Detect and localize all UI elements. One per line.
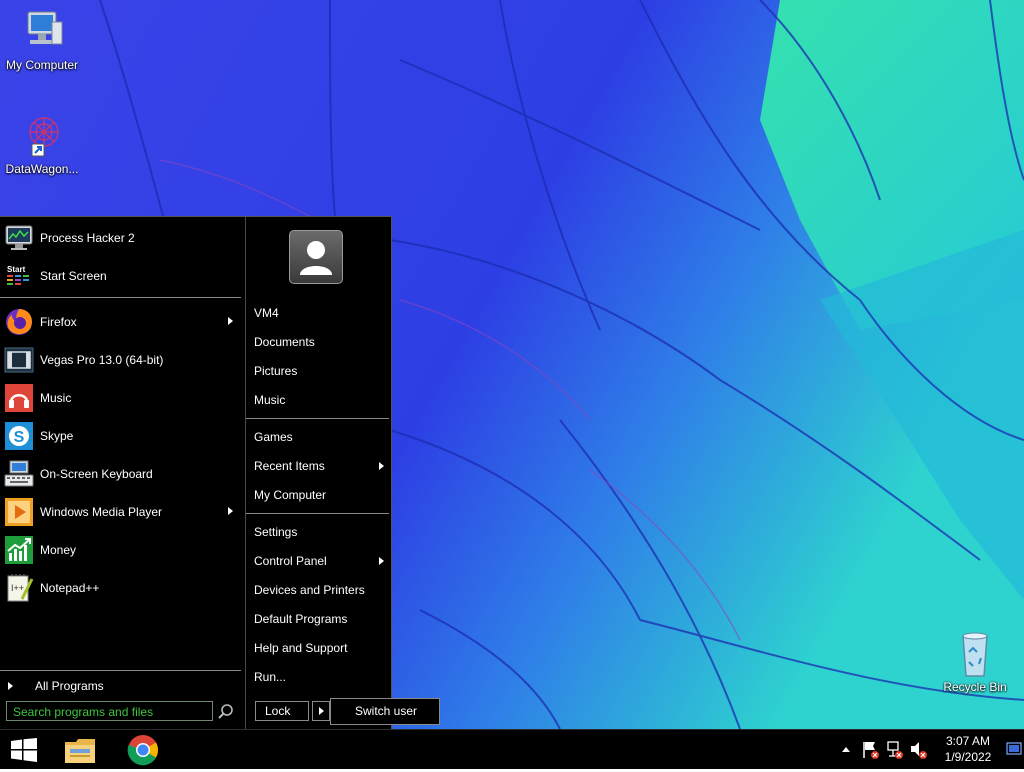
recent-item-label: Windows Media Player [40, 505, 163, 519]
desktop-icon-datawagon[interactable]: DataWagon... [0, 112, 84, 176]
taskbar-file-explorer[interactable] [62, 733, 98, 767]
firefox-icon [4, 307, 34, 337]
start-menu: Process Hacker 2 Start Start Screen Fire… [0, 216, 392, 729]
desktop-icon-label: My Computer [5, 58, 79, 72]
clock-date: 1/9/2022 [944, 750, 992, 764]
place-vm4[interactable]: VM4 [254, 302, 388, 324]
process-hacker-icon [4, 223, 34, 253]
show-desktop-icon [1006, 742, 1022, 755]
all-programs-divider [0, 670, 241, 671]
show-hidden-icons-button[interactable] [838, 730, 854, 769]
places-divider [246, 513, 389, 514]
recent-item-on-screen-keyboard[interactable]: On-Screen Keyboard [0, 456, 243, 492]
notepadpp-icon: I++ [4, 573, 34, 603]
vegas-pro-icon [4, 345, 34, 375]
place-devices-and-printers[interactable]: Devices and Printers [254, 579, 388, 601]
tray-network[interactable] [884, 730, 906, 769]
svg-text:Start: Start [7, 265, 26, 274]
place-documents[interactable]: Documents [254, 331, 388, 353]
place-recent-items[interactable]: Recent Items [254, 455, 388, 477]
lock-button[interactable]: Lock [255, 701, 309, 721]
svg-text:I++: I++ [11, 583, 24, 593]
media-player-icon [4, 497, 34, 527]
recent-item-label: Firefox [40, 315, 77, 329]
file-explorer-icon [65, 739, 95, 763]
chrome-icon [127, 735, 158, 766]
skype-icon: S [4, 421, 34, 451]
submenu-arrow-icon [228, 507, 233, 515]
show-desktop-button[interactable] [1006, 730, 1022, 769]
recent-item-label: On-Screen Keyboard [40, 467, 153, 481]
action-center-flag-icon [863, 742, 879, 759]
search-icon[interactable] [217, 703, 235, 721]
desktop-icon-label: DataWagon... [5, 162, 79, 176]
place-my-computer[interactable]: My Computer [254, 484, 388, 506]
start-button[interactable] [10, 738, 38, 762]
recent-item-label: Notepad++ [40, 581, 100, 595]
datawagon-shortcut-icon [18, 112, 66, 160]
start-menu-programs: Process Hacker 2 Start Start Screen Fire… [0, 217, 243, 729]
recent-item-notepadpp[interactable]: I++ Notepad++ [0, 570, 243, 606]
place-help-and-support[interactable]: Help and Support [254, 637, 388, 659]
taskbar: 3:07 AM 1/9/2022 [0, 729, 1024, 769]
clock-time: 3:07 AM [945, 734, 991, 748]
recent-item-label: Vegas Pro 13.0 (64-bit) [40, 353, 164, 367]
place-control-panel[interactable]: Control Panel [254, 550, 388, 572]
pinned-label: Start Screen [40, 269, 107, 283]
recent-item-label: Music [40, 391, 72, 405]
pinned-divider [0, 297, 241, 298]
my-computer-icon [18, 8, 66, 56]
pinned-label: Process Hacker 2 [40, 231, 135, 245]
recent-item-label: Money [40, 543, 77, 557]
recent-item-skype[interactable]: S Skype [0, 418, 243, 454]
place-music[interactable]: Music [254, 389, 388, 411]
network-icon [887, 741, 903, 759]
money-icon [4, 535, 34, 565]
user-avatar[interactable] [289, 230, 343, 284]
place-default-programs[interactable]: Default Programs [254, 608, 388, 630]
recent-item-vegas-pro[interactable]: Vegas Pro 13.0 (64-bit) [0, 342, 243, 378]
tray-action-center[interactable] [860, 730, 882, 769]
recent-item-windows-media-player[interactable]: Windows Media Player [0, 494, 243, 530]
windows-logo-icon [11, 738, 37, 762]
desktop-icon-recycle-bin[interactable]: Recycle Bin [933, 630, 1017, 694]
svg-text:S: S [14, 429, 25, 446]
place-pictures[interactable]: Pictures [254, 360, 388, 382]
keyboard-icon [4, 459, 34, 489]
power-options-arrow-button[interactable] [312, 701, 330, 721]
volume-muted-icon [911, 742, 927, 759]
all-programs-label: All Programs [35, 679, 104, 693]
switch-user-menu-item[interactable]: Switch user [330, 698, 440, 725]
start-menu-places: VM4 Documents Pictures Music Games Recen… [245, 217, 392, 729]
start-screen-icon: Start [4, 261, 34, 291]
places-divider [246, 418, 389, 419]
recent-item-firefox[interactable]: Firefox [0, 304, 243, 340]
recent-item-label: Skype [40, 429, 74, 443]
place-run[interactable]: Run... [254, 666, 388, 688]
place-settings[interactable]: Settings [254, 521, 388, 543]
place-label: Recent Items [254, 459, 325, 473]
recent-item-money[interactable]: Money [0, 532, 243, 568]
pinned-process-hacker[interactable]: Process Hacker 2 [0, 220, 243, 256]
all-programs-button[interactable]: All Programs [0, 675, 243, 697]
taskbar-chrome[interactable] [125, 733, 161, 767]
recent-item-music[interactable]: Music [0, 380, 243, 416]
submenu-arrow-icon [379, 557, 384, 565]
pinned-start-screen[interactable]: Start Start Screen [0, 258, 243, 294]
place-games[interactable]: Games [254, 426, 388, 448]
music-icon [4, 383, 34, 413]
place-label: Control Panel [254, 554, 327, 568]
tray-volume[interactable] [908, 730, 930, 769]
user-icon [300, 241, 332, 275]
recycle-bin-icon [951, 630, 999, 678]
expand-arrow-icon [8, 682, 13, 690]
chevron-up-icon [842, 747, 850, 752]
desktop-icon-my-computer[interactable]: My Computer [0, 8, 84, 72]
desktop-icon-label: Recycle Bin [943, 680, 1007, 694]
search-input[interactable]: Search programs and files [6, 701, 213, 721]
submenu-arrow-icon [379, 462, 384, 470]
submenu-arrow-icon [228, 317, 233, 325]
taskbar-clock[interactable]: 3:07 AM 1/9/2022 [928, 733, 1008, 765]
